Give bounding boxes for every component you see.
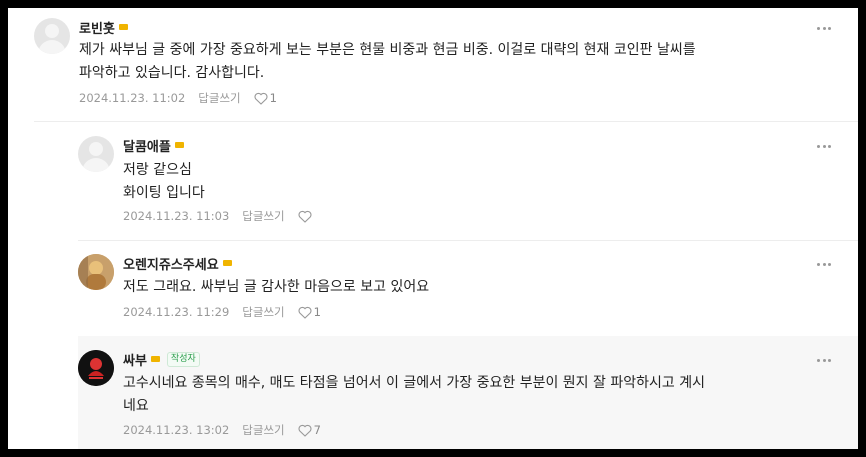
reply-button[interactable]: 답글쓰기 <box>242 304 284 320</box>
comment-text: 제가 싸부님 글 중에 가장 중요하게 보는 부분은 현물 비중과 현금 비중.… <box>79 42 696 81</box>
avatar[interactable] <box>34 18 70 54</box>
more-options-icon[interactable] <box>817 262 831 266</box>
avatar[interactable] <box>78 350 114 386</box>
like-button[interactable]: 1 <box>298 305 321 319</box>
like-count: 1 <box>269 91 277 105</box>
author-tag: 작성자 <box>166 351 200 367</box>
comment-author[interactable]: 달콤애플 <box>123 136 171 155</box>
comment-text: 저도 그래요. 싸부님 글 감사한 마음으로 보고 있어요 <box>123 279 430 295</box>
level-badge-icon <box>118 24 128 30</box>
comment-list: 로빈훗 제가 싸부님 글 중에 가장 중요하게 보는 부분은 현물 비중과 현금… <box>8 8 858 449</box>
avatar[interactable] <box>78 136 114 172</box>
heart-icon <box>254 92 268 105</box>
comment-date: 2024.11.23. 13:02 <box>123 423 230 437</box>
reply-button[interactable]: 답글쓰기 <box>198 90 240 106</box>
comment-text: 고수시네요 종목의 매수, 매도 타점을 넘어서 이 글에서 가장 중요한 부분… <box>123 375 705 414</box>
heart-icon <box>298 210 312 223</box>
comment-text: 저랑 같으심 화이팅 입니다 <box>123 162 205 201</box>
more-options-icon[interactable] <box>817 358 831 362</box>
avatar[interactable] <box>78 254 114 290</box>
like-button[interactable]: 1 <box>254 91 277 105</box>
level-badge-icon <box>174 142 184 148</box>
comment-date: 2024.11.23. 11:02 <box>79 91 186 105</box>
level-badge-icon <box>150 356 160 362</box>
reply-button[interactable]: 답글쓰기 <box>242 208 284 224</box>
reply-button[interactable]: 답글쓰기 <box>242 422 284 438</box>
heart-icon <box>298 306 312 319</box>
comment-date: 2024.11.23. 11:29 <box>123 305 230 319</box>
heart-icon <box>298 424 312 437</box>
divider <box>78 240 858 241</box>
comment-date: 2024.11.23. 11:03 <box>123 209 230 223</box>
like-count: 7 <box>313 423 321 437</box>
comment-author[interactable]: 오렌지쥬스주세요 <box>123 254 219 273</box>
like-button[interactable] <box>298 210 314 223</box>
like-count: 1 <box>313 305 321 319</box>
more-options-icon[interactable] <box>817 26 831 30</box>
comment-author[interactable]: 싸부 <box>123 350 147 369</box>
more-options-icon[interactable] <box>817 144 831 148</box>
level-badge-icon <box>222 260 232 266</box>
comment-author[interactable]: 로빈훗 <box>79 18 115 37</box>
divider <box>34 121 858 122</box>
like-button[interactable]: 7 <box>298 423 321 437</box>
